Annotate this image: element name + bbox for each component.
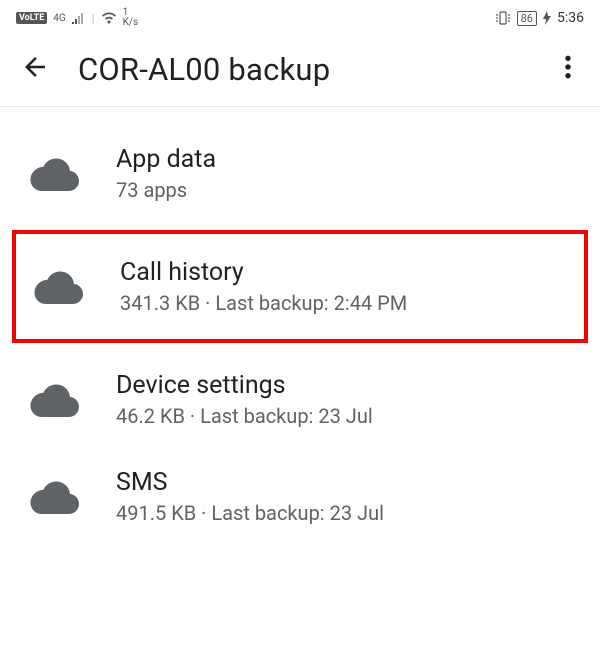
cloud-icon bbox=[30, 480, 80, 514]
list-item-call-history[interactable]: Call history 341.3 KB · Last backup: 2:4… bbox=[12, 230, 588, 343]
list-item-device-settings[interactable]: Device settings 46.2 KB · Last backup: 2… bbox=[0, 351, 600, 448]
cloud-icon bbox=[30, 157, 80, 191]
backup-list: App data 73 apps Call history 341.3 KB ·… bbox=[0, 107, 600, 545]
item-text: Call history 341.3 KB · Last backup: 2:4… bbox=[120, 258, 407, 315]
status-bar: VoLTE 4G | 1 K/s 86 5:36 bbox=[0, 0, 600, 36]
list-item-app-data[interactable]: App data 73 apps bbox=[0, 125, 600, 222]
item-title: Device settings bbox=[116, 371, 373, 400]
wifi-icon bbox=[101, 12, 117, 24]
status-left: VoLTE 4G | 1 K/s bbox=[16, 8, 138, 28]
item-text: SMS 491.5 KB · Last backup: 23 Jul bbox=[116, 468, 384, 525]
speed-indicator: 1 K/s bbox=[123, 8, 139, 28]
divider: | bbox=[92, 11, 95, 25]
speed-unit: K/s bbox=[123, 18, 139, 28]
app-bar: COR-AL00 backup bbox=[0, 36, 600, 107]
cloud-icon bbox=[34, 270, 84, 304]
status-right: 86 5:36 bbox=[495, 10, 584, 26]
battery-indicator: 86 bbox=[517, 11, 537, 26]
more-vert-icon bbox=[564, 54, 572, 80]
item-subtitle: 491.5 KB · Last backup: 23 Jul bbox=[116, 501, 384, 525]
item-text: Device settings 46.2 KB · Last backup: 2… bbox=[116, 371, 373, 428]
volte-badge: VoLTE bbox=[16, 12, 47, 24]
charging-icon bbox=[543, 11, 551, 25]
page-title: COR-AL00 backup bbox=[78, 51, 528, 88]
item-subtitle: 341.3 KB · Last backup: 2:44 PM bbox=[120, 291, 407, 315]
cloud-icon bbox=[30, 383, 80, 417]
back-button[interactable] bbox=[20, 52, 50, 86]
signal-icon bbox=[72, 12, 86, 24]
network-type: 4G bbox=[53, 13, 65, 24]
item-subtitle: 46.2 KB · Last backup: 23 Jul bbox=[116, 404, 373, 428]
item-title: SMS bbox=[116, 468, 384, 497]
item-title: Call history bbox=[120, 258, 407, 287]
list-item-sms[interactable]: SMS 491.5 KB · Last backup: 23 Jul bbox=[0, 448, 600, 545]
clock: 5:36 bbox=[557, 10, 584, 26]
item-title: App data bbox=[116, 145, 216, 174]
vibrate-icon bbox=[495, 11, 511, 25]
item-subtitle: 73 apps bbox=[116, 178, 216, 202]
arrow-left-icon bbox=[20, 52, 50, 82]
item-text: App data 73 apps bbox=[116, 145, 216, 202]
more-menu-button[interactable] bbox=[556, 50, 580, 88]
